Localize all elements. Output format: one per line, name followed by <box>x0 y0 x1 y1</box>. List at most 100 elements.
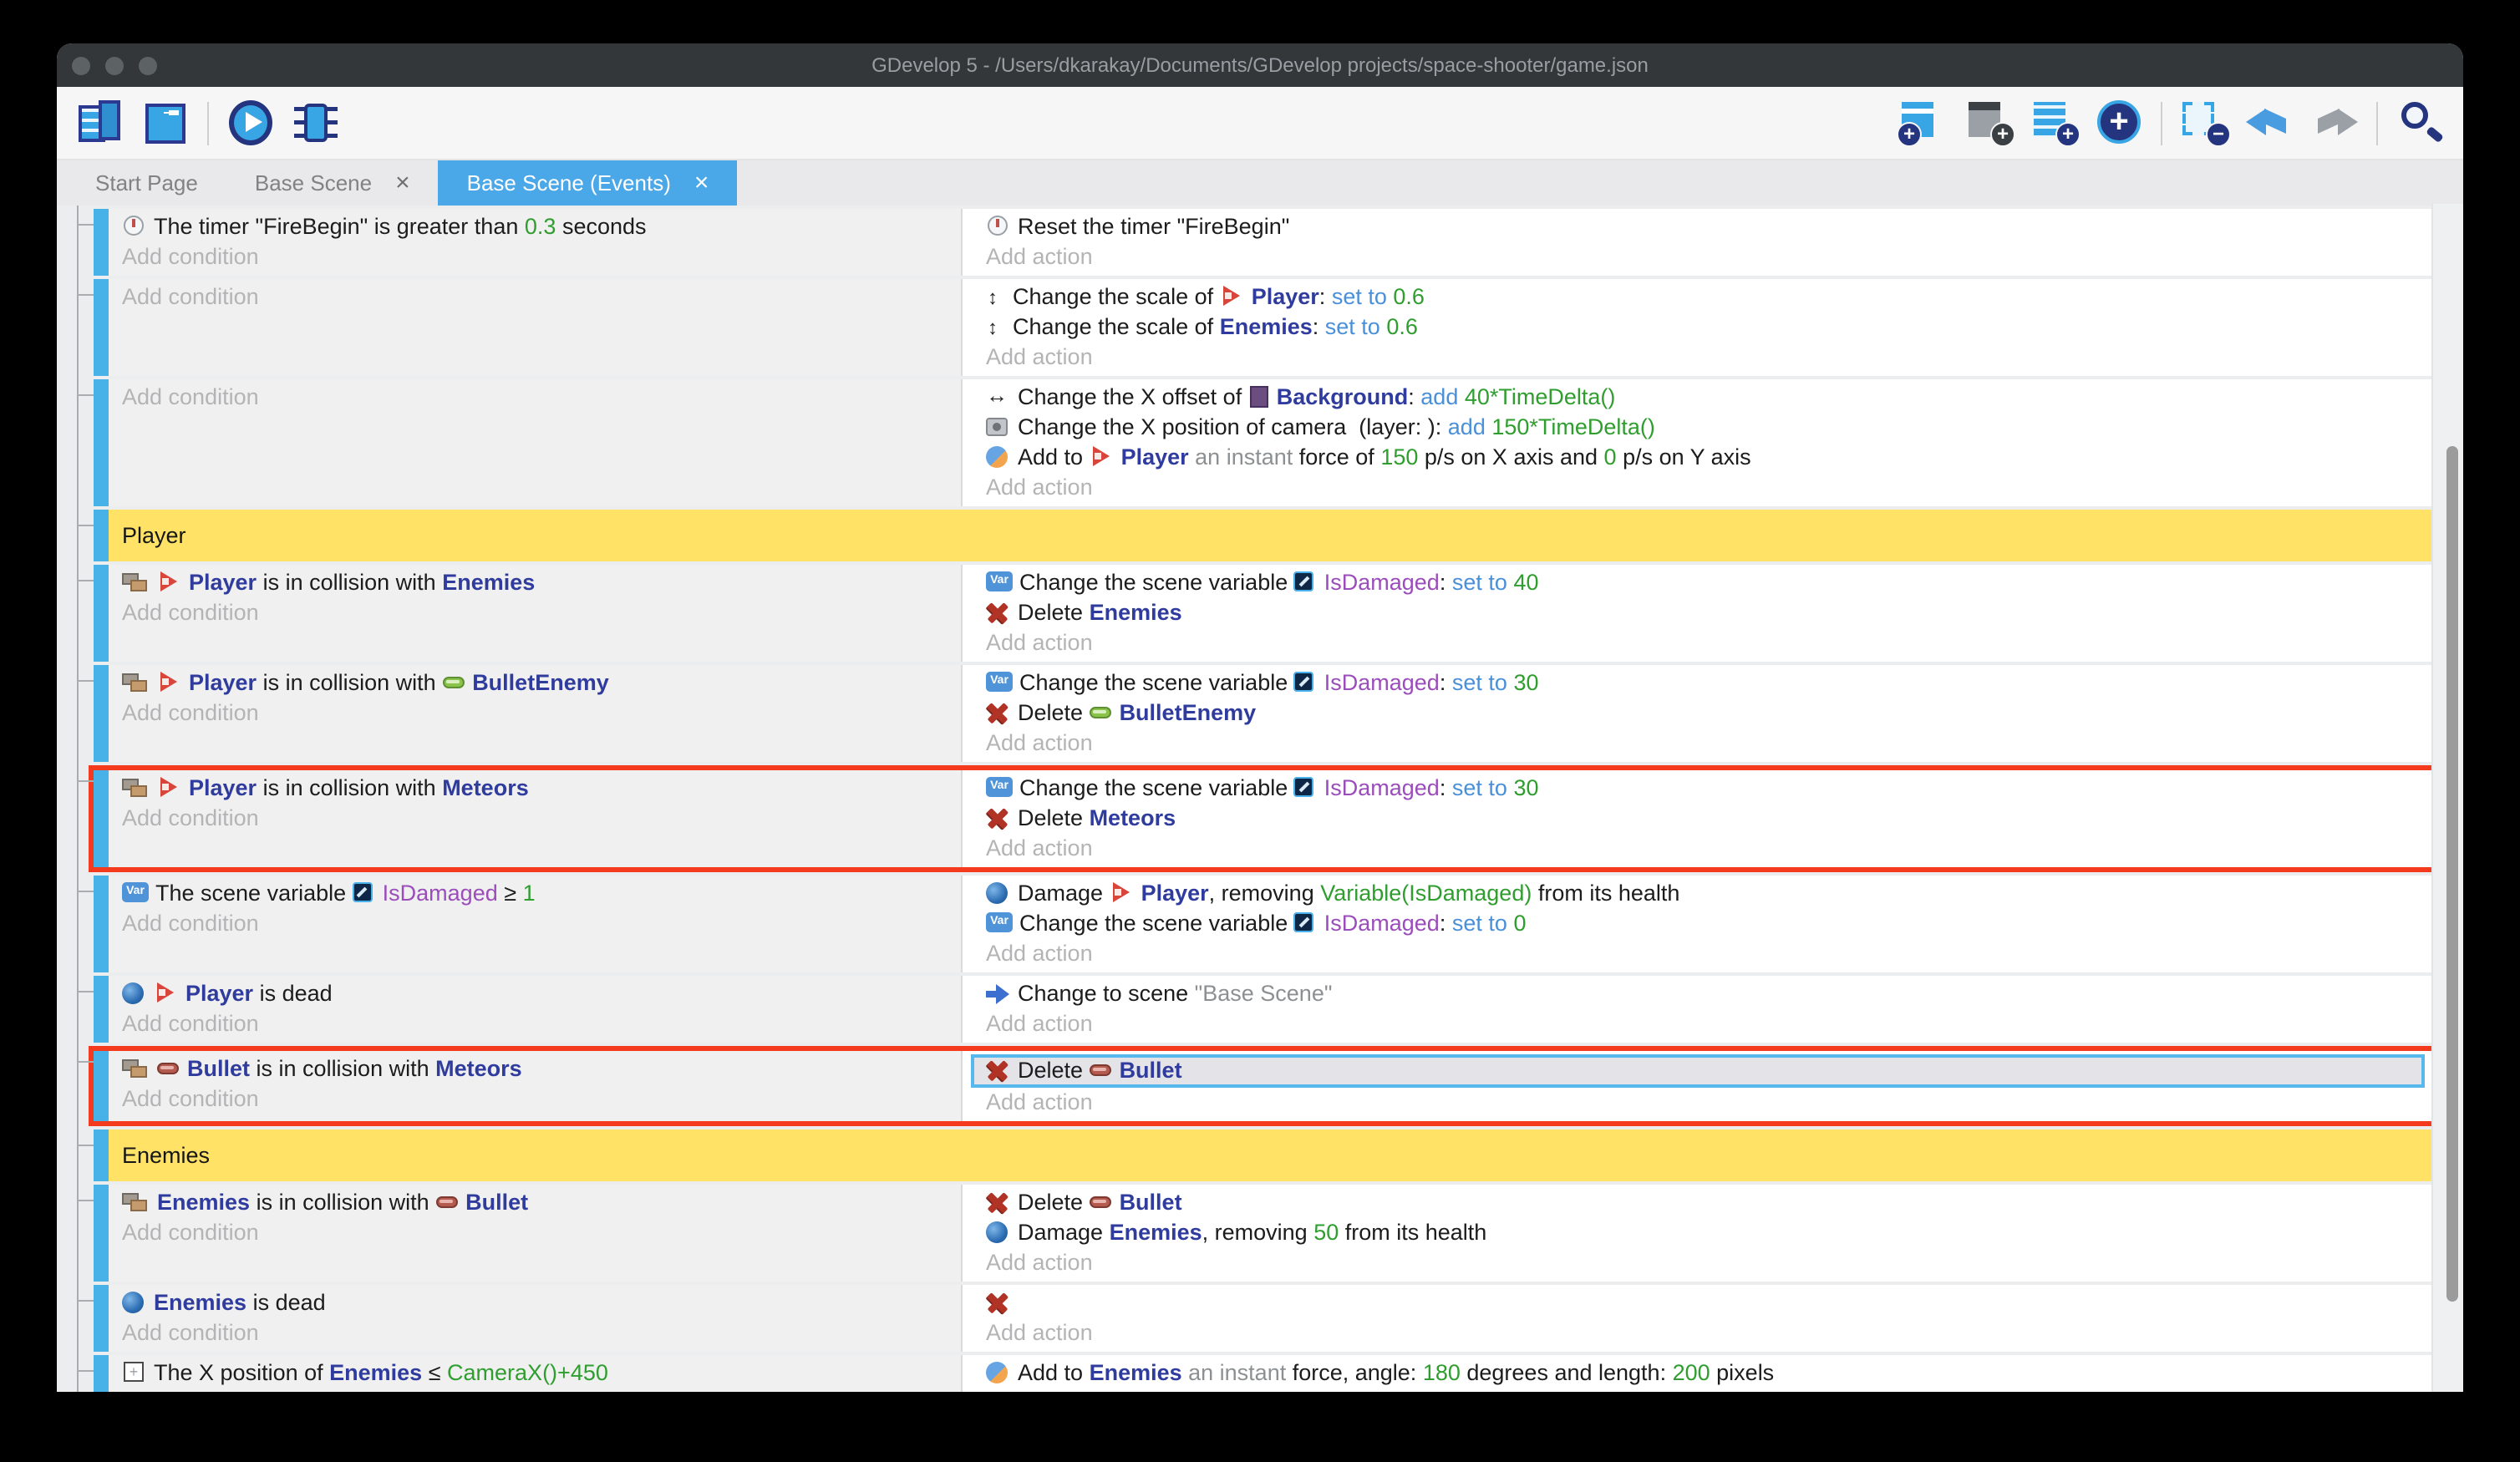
add-action-button[interactable]: Add action <box>986 473 2426 503</box>
add-action-button[interactable]: Add action <box>986 834 2426 864</box>
add-new-event-icon[interactable] <box>2096 100 2142 145</box>
condition-line[interactable]: The scene variable IsDamaged ≥ 1 <box>122 879 951 909</box>
delete-event-icon[interactable] <box>2181 100 2228 145</box>
event-drag-handle[interactable] <box>94 379 109 506</box>
event-drag-handle[interactable] <box>94 1355 109 1392</box>
add-condition-button[interactable]: Add condition <box>122 1084 951 1114</box>
minimize-window-button[interactable] <box>105 56 124 74</box>
condition-line[interactable]: Player is in collision with Meteors <box>122 774 951 804</box>
section-header-label[interactable]: Enemies <box>109 1129 2433 1181</box>
add-action-button[interactable]: Add action <box>986 1248 2426 1278</box>
event-drag-handle[interactable] <box>94 209 109 276</box>
add-comment-icon[interactable] <box>1965 100 2012 145</box>
event-drag-handle[interactable] <box>94 565 109 662</box>
add-action-button[interactable]: Add action <box>986 1088 2426 1118</box>
add-condition-button[interactable]: Add condition <box>122 804 951 834</box>
text-segment: Bullet <box>465 1190 528 1215</box>
action-line[interactable]: Delete Enemies <box>986 598 2426 628</box>
action-line[interactable]: Damage Enemies, removing 50 from its hea… <box>986 1218 2426 1248</box>
condition-line[interactable]: The X position of Enemies ≤ CameraX()+45… <box>122 1358 951 1388</box>
add-action-button[interactable]: Add action <box>986 343 2426 373</box>
event-drag-handle[interactable] <box>94 1285 109 1352</box>
event-drag-handle[interactable] <box>94 1051 109 1121</box>
action-line[interactable]: Change the scene variable IsDamaged: set… <box>986 668 2426 698</box>
condition-line[interactable]: The timer "FireBegin" is greater than 0.… <box>122 212 951 242</box>
close-tab-icon[interactable]: × <box>694 170 709 195</box>
add-action-button[interactable]: Add action <box>986 242 2426 272</box>
event-drag-handle[interactable] <box>94 876 109 972</box>
add-condition-button[interactable]: Add condition <box>122 698 951 728</box>
text-segment: Damage <box>1018 881 1110 906</box>
event-drag-handle[interactable] <box>94 279 109 376</box>
add-action-button[interactable]: Add action <box>986 939 2426 969</box>
condition-line[interactable]: Enemies is dead <box>122 1288 951 1318</box>
undo-icon[interactable] <box>2246 100 2293 145</box>
action-line[interactable] <box>986 1288 2426 1318</box>
condition-line[interactable]: Player is dead <box>122 979 951 1009</box>
event-drag-handle[interactable] <box>94 770 109 867</box>
tab-start-page[interactable]: Start Page <box>67 160 226 206</box>
scene-editor-icon[interactable] <box>142 100 189 145</box>
action-line[interactable]: Change the scene variable IsDamaged: set… <box>986 909 2426 939</box>
condition-line[interactable]: Enemies is in collision with Bullet <box>122 1188 951 1218</box>
text-segment: Enemies <box>329 1360 422 1385</box>
condition-line[interactable]: Player is in collision with Enemies <box>122 568 951 598</box>
add-action-button[interactable]: Add action <box>986 1318 2426 1348</box>
event-drag-handle[interactable] <box>94 1185 109 1282</box>
scrollbar-thumb[interactable] <box>2446 446 2458 1302</box>
project-manager-icon[interactable] <box>77 100 124 145</box>
text-segment: is in collision with <box>257 775 442 800</box>
close-window-button[interactable] <box>72 56 90 74</box>
action-line[interactable]: Change the scene variable IsDamaged: set… <box>986 774 2426 804</box>
add-condition-button[interactable]: Add condition <box>122 1009 951 1039</box>
action-line[interactable]: Delete BulletEnemy <box>986 698 2426 728</box>
zoom-window-button[interactable] <box>139 56 157 74</box>
play-icon[interactable] <box>227 100 274 145</box>
action-line[interactable]: Add to Enemies an instant force, angle: … <box>986 1358 2426 1388</box>
add-action-button[interactable]: Add action <box>986 1388 2426 1392</box>
toolbar-separator <box>207 101 209 145</box>
action-line[interactable]: Change the scale of Player: set to 0.6 <box>986 282 2426 312</box>
action-line[interactable]: Change the X position of camera (layer: … <box>986 413 2426 443</box>
action-line[interactable]: Delete Meteors <box>986 804 2426 834</box>
action-line[interactable]: Damage Player, removing Variable(IsDamag… <box>986 879 2426 909</box>
section-header-label[interactable]: Player <box>109 510 2433 561</box>
redo-icon[interactable] <box>2311 100 2358 145</box>
add-condition-button[interactable]: Add condition <box>122 598 951 628</box>
action-line[interactable]: Change the X offset of Background: add 4… <box>986 383 2426 413</box>
text-segment: pixels <box>1710 1360 1775 1385</box>
tab-base-scene[interactable]: Base Scene× <box>226 160 439 206</box>
action-line[interactable]: Reset the timer "FireBegin" <box>986 212 2426 242</box>
search-icon[interactable] <box>2396 100 2443 145</box>
add-action-button[interactable]: Add action <box>986 728 2426 759</box>
section-header: Player <box>94 510 2433 561</box>
add-condition-button[interactable]: Add condition <box>122 1318 951 1348</box>
event-drag-handle[interactable] <box>94 665 109 762</box>
add-condition-button[interactable]: Add condition <box>122 282 951 312</box>
add-subevent-icon[interactable] <box>2030 100 2077 145</box>
action-line[interactable]: Add to Player an instant force of 150 p/… <box>986 443 2426 473</box>
action-line[interactable]: Change the scale of Enemies: set to 0.6 <box>986 312 2426 343</box>
event-drag-handle[interactable] <box>94 510 109 561</box>
tab-base-scene-events-[interactable]: Base Scene (Events)× <box>439 160 738 206</box>
add-action-button[interactable]: Add action <box>986 1009 2426 1039</box>
scrollbar-track[interactable] <box>2431 204 2463 1392</box>
add-condition-button[interactable]: Add condition <box>122 1218 951 1248</box>
add-condition-button[interactable]: Add condition <box>122 383 951 413</box>
add-condition-button[interactable]: Add condition <box>122 1388 951 1392</box>
condition-line[interactable]: Bullet is in collision with Meteors <box>122 1054 951 1084</box>
events-list: The timer "FireBegin" is greater than 0.… <box>57 209 2463 1392</box>
event-drag-handle[interactable] <box>94 976 109 1043</box>
event-drag-handle[interactable] <box>94 1129 109 1181</box>
add-action-button[interactable]: Add action <box>986 628 2426 658</box>
add-condition-button[interactable]: Add condition <box>122 242 951 272</box>
close-tab-icon[interactable]: × <box>395 170 410 195</box>
add-condition-button[interactable]: Add condition <box>122 909 951 939</box>
action-line[interactable]: Change to scene "Base Scene" <box>986 979 2426 1009</box>
condition-line[interactable]: Player is in collision with BulletEnemy <box>122 668 951 698</box>
add-event-icon[interactable] <box>1900 100 1947 145</box>
action-line[interactable]: Change the scene variable IsDamaged: set… <box>986 568 2426 598</box>
action-line[interactable]: Delete Bullet <box>971 1054 2425 1088</box>
debug-icon[interactable] <box>292 100 339 145</box>
action-line[interactable]: Delete Bullet <box>986 1188 2426 1218</box>
